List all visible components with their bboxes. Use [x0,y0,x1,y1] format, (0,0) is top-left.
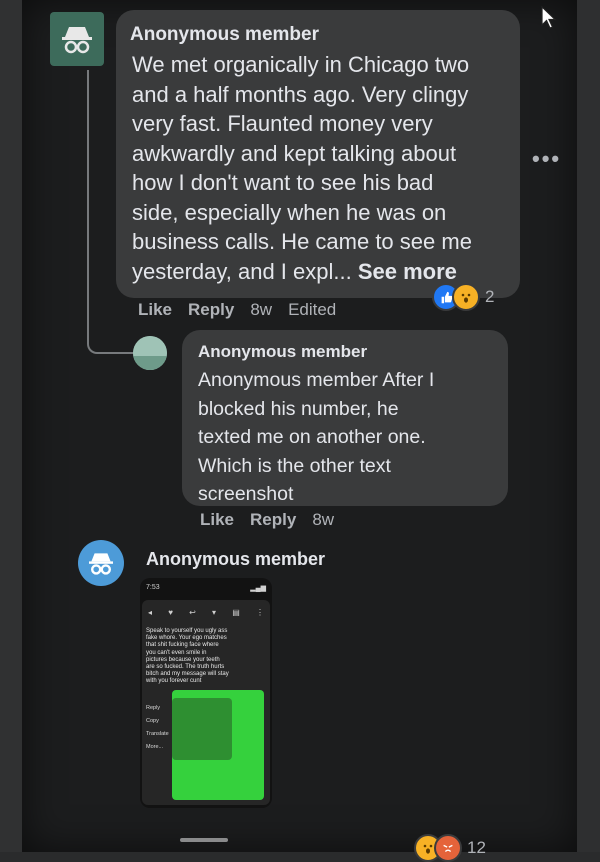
timestamp[interactable]: 8w [250,300,272,319]
monitor-bezel-left [0,0,22,852]
truncated-text: yesterday, and I expl... [132,258,352,284]
incognito-icon [89,553,113,575]
thumb-line: pictures because your teeth [146,656,220,663]
thumb-line: are so fucked. The truth hurts [146,664,225,671]
reply-author-avatar[interactable] [133,336,167,370]
reply-line: Which is the other text [198,454,391,477]
incognito-icon [62,27,92,54]
like-button[interactable]: Like [138,300,172,319]
thumb-line: you can't even smile in [146,649,207,656]
thumb-line: bitch and my message will stay [146,671,229,678]
comment-line: how I don't want to see his bad [132,170,434,195]
comment-body: We met organically in Chicago two and a … [132,50,512,286]
comment-line-last: yesterday, and I expl... See more [132,257,512,287]
reply-button[interactable]: Reply [188,300,234,319]
incognito-avatar[interactable] [78,540,124,586]
edited-label: Edited [288,300,337,319]
cursor-arrow-icon [541,6,557,29]
comment-line: side, especially when he was on [132,199,447,225]
thumb-line: with you forever cunt [146,678,202,685]
thumb-menu-item: Reply [146,705,161,711]
thumb-menu-item: Copy [146,718,159,724]
thumb-pin-icon: ▾ [212,608,217,617]
comment-line: and a half months ago. Very clingy [132,81,469,107]
reaction-summary[interactable]: 12 [414,834,486,862]
reply-line: screenshot [198,483,294,505]
profile-placeholder-icon [133,336,167,370]
reply-button[interactable]: Reply [250,510,296,529]
thumb-more-icon: ⋮ [255,608,264,617]
thumb-toolbar: ◂ ♥ ↩ ▾ ▤ ⋮ [148,608,264,617]
thumb-menu-item: Translate [146,731,169,737]
thumb-copy-icon: ▤ [232,608,240,617]
thumb-back-icon: ◂ [148,608,153,617]
thumb-reply-icon: ↩ [189,608,196,617]
home-indicator [180,838,228,842]
reaction-count: 12 [467,838,486,857]
timestamp[interactable]: 8w [312,510,334,529]
like-button[interactable]: Like [200,510,234,529]
reply-line: texted me on another one. [198,426,426,448]
comment-line: awkwardly and kept talking about [132,140,457,166]
incognito-avatar[interactable] [50,12,104,66]
thumb-react-icon: ♥ [168,608,173,617]
attached-screenshot[interactable]: 7:53 ▂▄▆ ◂ ♥ ↩ ▾ ▤ ⋮ Speak to yourself you ug… [140,578,272,808]
monitor-bezel-right [577,0,600,852]
comment-actions: Like Reply 8w Edited [138,300,352,320]
reaction-summary[interactable]: 2 [432,283,494,311]
reaction-count: 2 [485,287,495,306]
thumb-context-menu: Reply Copy Translate More... [146,702,196,754]
wow-reaction-icon [452,283,480,311]
comment-line: very fast. Flaunted money very [132,111,433,136]
reply-line: blocked his number, he [198,397,399,420]
thumb-menu-item: More... [146,744,164,750]
comment-author[interactable]: Anonymous member [146,549,325,570]
angry-reaction-icon [434,834,462,862]
reply-line: Anonymous member After I [198,369,435,391]
reply-body: Anonymous member After I blocked his num… [198,366,498,509]
comment-author[interactable]: Anonymous member [130,24,319,46]
reply-actions: Like Reply 8w [200,510,350,530]
thumb-line: fake whore. Your ego matches [146,635,227,642]
see-more-link[interactable]: See more [358,259,457,284]
thumb-status-bar: 7:53 ▂▄▆ [146,584,266,592]
thumb-line: that shit fucking face where [146,642,219,649]
comment-line: We met organically in Chicago two [132,52,470,77]
thumb-time: 7:53 [146,584,160,591]
thumb-message-text: Speak to yourself you ugly ass fake whor… [146,628,264,686]
comment-line: business calls. He came to see me [132,229,472,254]
thumb-signal-icon: ▂▄▆ [250,585,266,592]
reply-author[interactable]: Anonymous member [198,342,367,362]
thumb-line: Speak to yourself you ugly ass [146,628,228,634]
more-options-icon[interactable]: ••• [532,146,561,172]
